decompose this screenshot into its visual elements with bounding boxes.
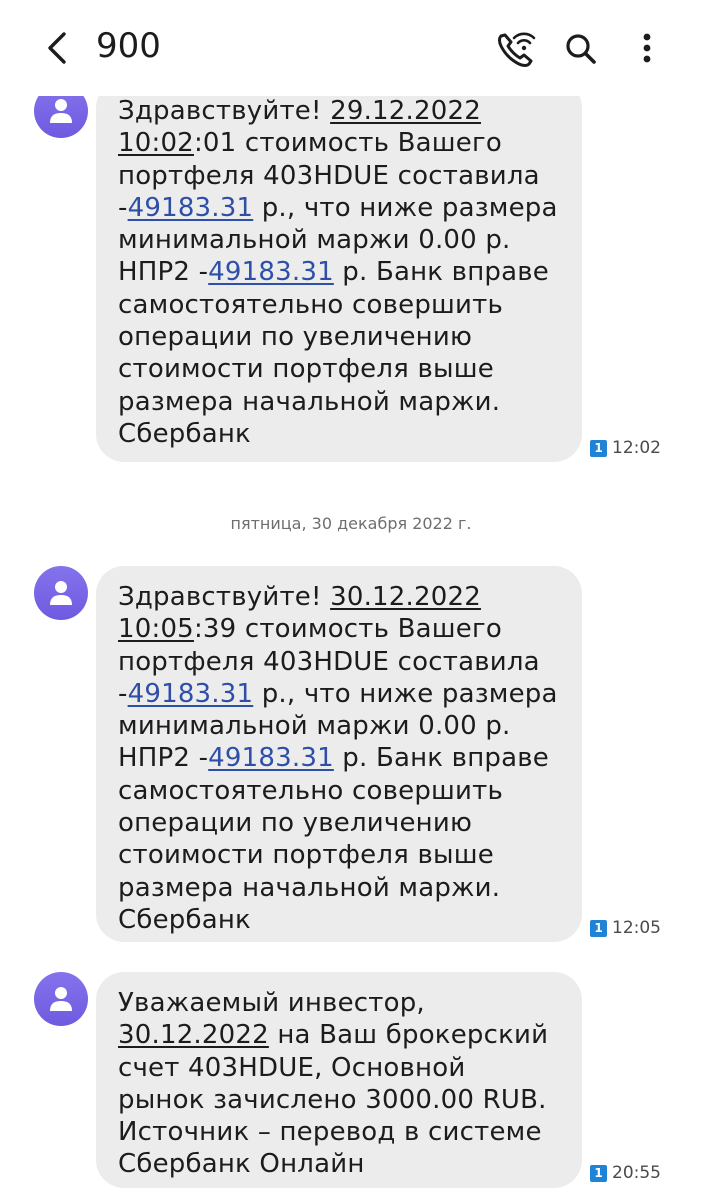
back-arrow-icon[interactable] <box>40 28 76 68</box>
date-link[interactable]: 30.12.2022 <box>330 582 481 612</box>
number-link[interactable]: 49183.31 <box>128 679 254 709</box>
message-text: Здравствуйте! 29.12.2022 10:02:01 стоимо… <box>118 96 558 449</box>
sim-badge: 1 <box>590 1165 607 1182</box>
message-meta: 1 12:02 <box>590 438 680 460</box>
date-separator: пятница, 30 декабря 2022 г. <box>230 514 472 533</box>
message-time: 20:55 <box>612 1163 661 1183</box>
message-bubble[interactable]: Здравствуйте! 29.12.2022 10:02:01 стоимо… <box>96 80 582 462</box>
message-text: Здравствуйте! 30.12.2022 10:05:39 стоимо… <box>118 582 558 935</box>
person-icon <box>50 99 72 123</box>
time-link[interactable]: 10:05 <box>118 614 194 644</box>
number-link[interactable]: 49183.31 <box>208 257 334 287</box>
number-link[interactable]: 49183.31 <box>128 193 254 223</box>
avatar[interactable] <box>34 566 88 620</box>
wifi-call-icon[interactable] <box>492 24 538 72</box>
number-link[interactable]: 49183.31 <box>208 743 334 773</box>
time-link[interactable]: 10:02 <box>118 128 194 158</box>
message-time: 12:05 <box>612 918 661 938</box>
avatar[interactable] <box>34 972 88 1026</box>
message-time: 12:02 <box>612 438 661 458</box>
date-link[interactable]: 29.12.2022 <box>330 96 481 126</box>
date-link[interactable]: 30.12.2022 <box>118 1020 269 1050</box>
person-icon <box>50 987 72 1011</box>
sim-badge: 1 <box>590 920 607 937</box>
message-bubble[interactable]: Уважаемый инвестор, 30.12.2022 на Ваш бр… <box>96 972 582 1188</box>
more-vert-icon[interactable] <box>624 24 670 72</box>
message-meta: 1 20:55 <box>590 1163 680 1185</box>
conversation-title: 900 <box>96 26 161 66</box>
message-meta: 1 12:05 <box>590 918 680 940</box>
search-icon[interactable] <box>558 24 604 72</box>
message-list[interactable]: Здравствуйте! 29.12.2022 10:02:01 стоимо… <box>0 0 702 1200</box>
person-icon <box>50 581 72 605</box>
message-bubble[interactable]: Здравствуйте! 30.12.2022 10:05:39 стоимо… <box>96 566 582 942</box>
message-text: Уважаемый инвестор, 30.12.2022 на Ваш бр… <box>118 988 549 1180</box>
app-bar: 900 <box>0 0 702 96</box>
sim-badge: 1 <box>590 440 607 457</box>
